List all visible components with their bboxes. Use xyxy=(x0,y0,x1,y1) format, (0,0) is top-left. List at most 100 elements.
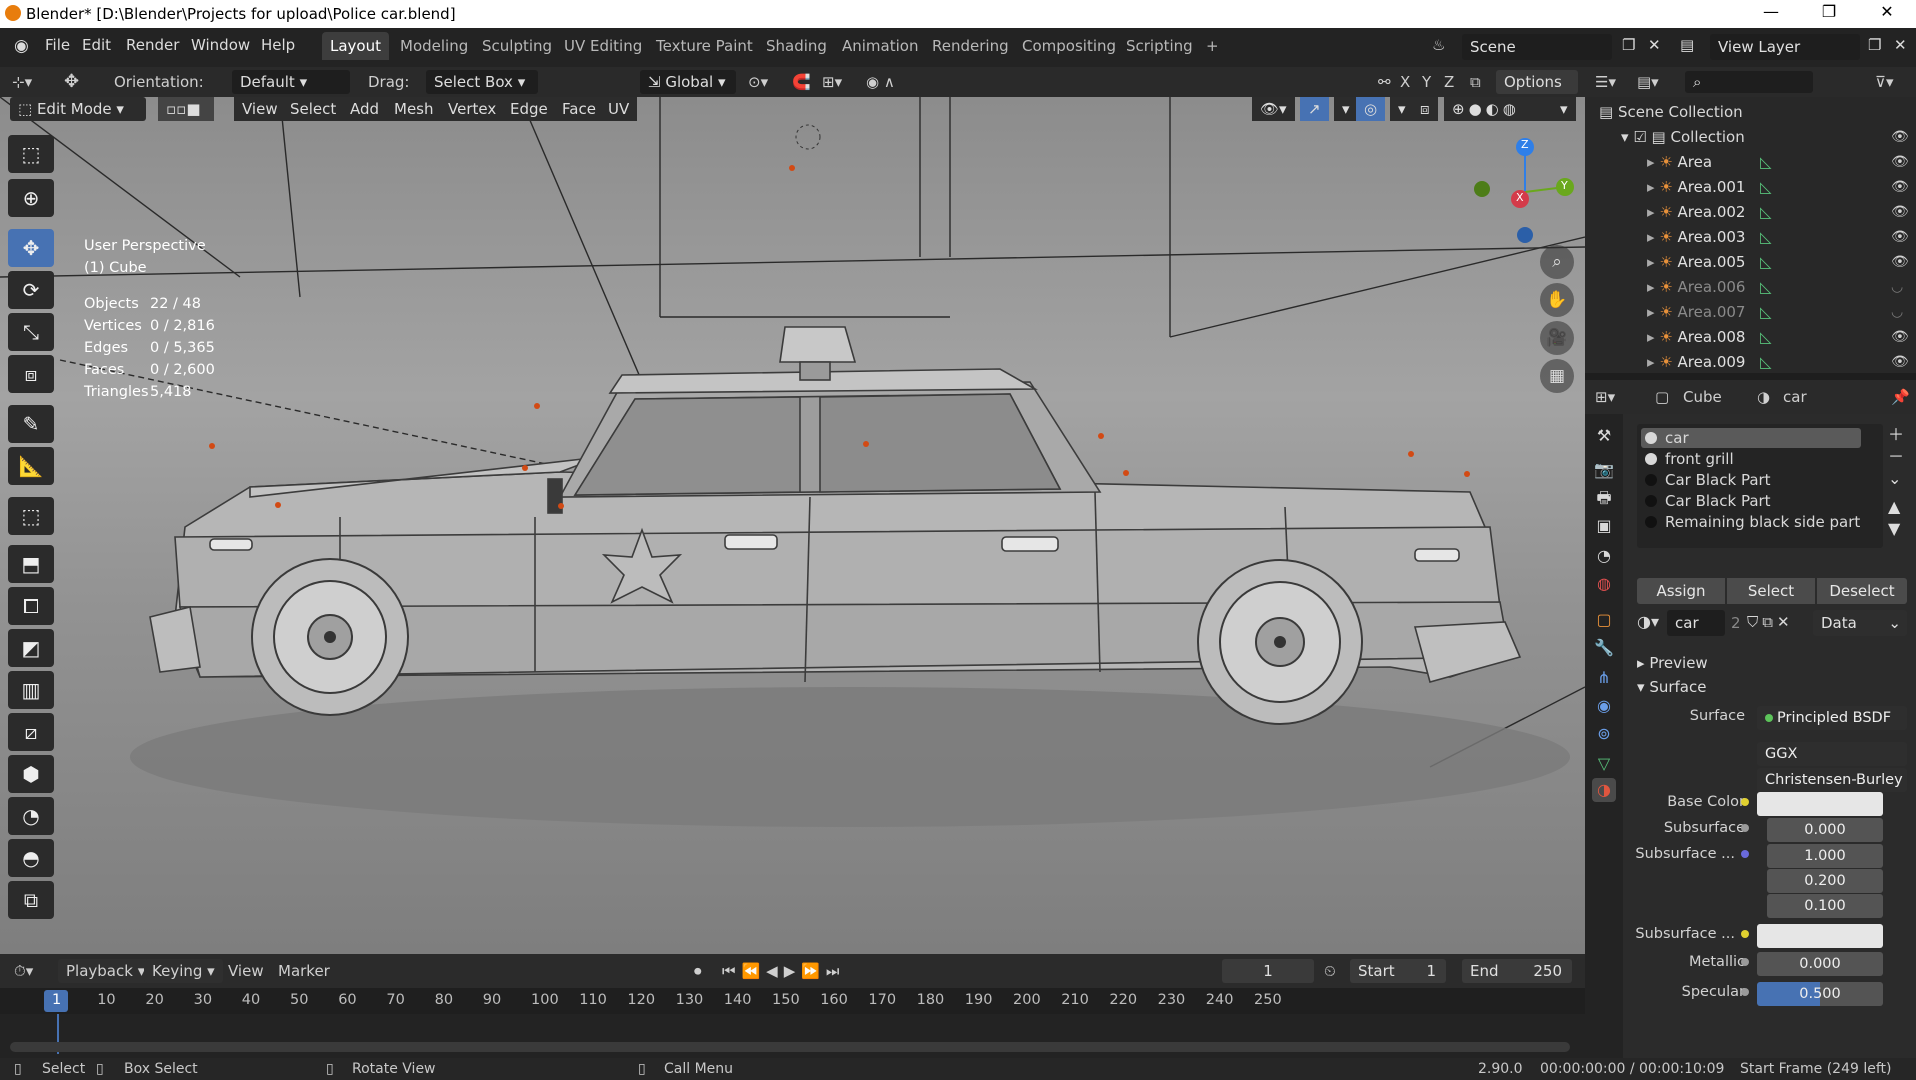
subsurface-radius-y[interactable]: 0.200 xyxy=(1767,869,1883,893)
new-scene-icon[interactable]: ❐ xyxy=(1622,36,1635,54)
frame-ruler[interactable]: 1 10 20 30 40 50 60 70 80 90 100 110 120 130 140 150 160… xyxy=(0,988,1585,1014)
render-tab-icon[interactable]: 📷 xyxy=(1592,458,1616,482)
menu-window[interactable]: Window xyxy=(191,36,250,54)
drag-select[interactable]: Select Box ▾ xyxy=(426,70,538,94)
material-slot[interactable]: Car Black Part xyxy=(1641,491,1861,511)
material-slot[interactable]: front grill xyxy=(1641,449,1861,469)
eye-icon[interactable]: 👁 xyxy=(1891,225,1909,250)
transform-pivot-icon[interactable]: ✥ xyxy=(64,70,79,94)
eye-icon[interactable]: ◡ xyxy=(1891,300,1903,325)
expand-icon[interactable]: ▸ xyxy=(1647,253,1655,271)
expand-icon[interactable]: ▸ xyxy=(1647,278,1655,296)
eye-icon[interactable]: ◡ xyxy=(1891,275,1903,300)
physics-tab-icon[interactable]: ◉ xyxy=(1592,694,1616,718)
material-tab-icon[interactable]: ◑ xyxy=(1592,778,1616,802)
delete-view-layer-icon[interactable]: ✕ xyxy=(1894,36,1907,54)
maximize-button[interactable]: ❐ xyxy=(1806,2,1852,26)
bevel-tool[interactable]: ◩ xyxy=(8,629,54,667)
expand-icon[interactable]: ▾ xyxy=(1621,128,1629,146)
eye-icon[interactable]: 👁 xyxy=(1891,350,1909,375)
menu-keying[interactable]: Keying ▾ xyxy=(144,959,223,983)
expand-icon[interactable]: ▸ xyxy=(1647,303,1655,321)
outliner-search-input[interactable]: ⌕ xyxy=(1685,71,1813,93)
light-data-icon[interactable]: ◺ xyxy=(1760,275,1772,300)
move-down-icon[interactable]: ▼ xyxy=(1888,518,1904,540)
menu-edit[interactable]: Edit xyxy=(82,36,111,54)
light-data-icon[interactable]: ◺ xyxy=(1760,250,1772,275)
tab-sculpting[interactable]: Sculpting xyxy=(474,32,560,60)
checkbox-icon[interactable]: ☑ xyxy=(1633,128,1646,146)
add-slot-icon[interactable]: ＋ xyxy=(1888,424,1904,446)
move-tool[interactable]: ✥ xyxy=(8,229,54,267)
metallic-field[interactable]: 0.000 xyxy=(1757,952,1883,976)
select-mode-buttons[interactable]: ▫▫■ xyxy=(158,97,214,121)
rotate-tool[interactable]: ⟳ xyxy=(8,271,54,309)
menu-marker[interactable]: Marker xyxy=(278,959,330,983)
pin-icon[interactable]: 📌 xyxy=(1891,385,1910,409)
menu-select[interactable]: Select xyxy=(282,97,345,121)
remove-slot-icon[interactable]: － xyxy=(1888,446,1904,468)
light-data-icon[interactable]: ◺ xyxy=(1760,150,1772,175)
material-actions-icons[interactable]: ⛉⧉✕ xyxy=(1747,613,1794,631)
expand-icon[interactable]: ▸ xyxy=(1647,178,1655,196)
tab-modeling[interactable]: Modeling xyxy=(392,32,476,60)
subsurface-radius-z[interactable]: 0.100 xyxy=(1767,894,1883,918)
expand-icon[interactable]: ▸ xyxy=(1647,153,1655,171)
smooth-tool[interactable]: ◓ xyxy=(8,839,54,877)
eye-icon[interactable]: 👁 xyxy=(1891,175,1909,200)
material-users-count[interactable]: 2 xyxy=(1731,614,1741,632)
output-tab-icon[interactable]: 🖶 xyxy=(1592,486,1616,510)
constraints-tab-icon[interactable]: ⊚ xyxy=(1592,722,1616,746)
scene-collection-row[interactable]: ▤ Scene Collection xyxy=(1585,100,1916,125)
menu-face[interactable]: Face xyxy=(554,97,604,121)
light-data-icon[interactable]: ◺ xyxy=(1760,350,1772,375)
gizmo-menu-icon[interactable]: ▾ xyxy=(1334,97,1358,121)
base-color-swatch[interactable] xyxy=(1757,792,1883,816)
axis-z-toggle[interactable]: Z xyxy=(1444,70,1454,94)
camera-view-icon[interactable]: 🎥 xyxy=(1540,321,1574,355)
snap-icon[interactable]: 🧲 xyxy=(792,70,811,94)
menu-file[interactable]: File xyxy=(45,36,70,54)
eye-icon[interactable]: 👁 xyxy=(1891,125,1909,150)
menu-edge[interactable]: Edge xyxy=(502,97,556,121)
menu-add[interactable]: Add xyxy=(342,97,388,121)
object-tab-icon[interactable]: ▢ xyxy=(1592,608,1616,632)
ortho-toggle-icon[interactable]: ▦ xyxy=(1540,359,1574,393)
slot-menu-icon[interactable]: ⌄ xyxy=(1888,468,1904,490)
light-data-icon[interactable]: ◺ xyxy=(1760,300,1772,325)
annotate-tool[interactable]: ✎ xyxy=(8,405,54,443)
orientation-select[interactable]: Default ▾ xyxy=(232,70,350,94)
transform-tool[interactable]: ⧈ xyxy=(8,355,54,393)
options-dropdown[interactable]: Options ▾ xyxy=(1496,70,1578,115)
material-slot[interactable]: Remaining black side part xyxy=(1641,512,1861,532)
tab-shading[interactable]: Shading xyxy=(758,32,835,60)
snap-target-icon[interactable]: ⊞▾ xyxy=(822,70,842,94)
poly-build-tool[interactable]: ⬢ xyxy=(8,755,54,793)
preview-range-icon[interactable]: ⏲ xyxy=(1324,959,1336,983)
axis-x-toggle[interactable]: X xyxy=(1400,70,1410,94)
preview-panel-header[interactable]: ▸ Preview xyxy=(1637,654,1708,672)
select-button[interactable]: Select xyxy=(1727,578,1815,604)
start-frame-field[interactable]: Start 1 xyxy=(1350,959,1446,983)
menu-playback[interactable]: Playback ▾ xyxy=(58,959,154,983)
add-cube-tool[interactable]: ⬚ xyxy=(8,497,54,535)
zoom-view-icon[interactable]: ⌕ xyxy=(1540,245,1574,279)
light-data-icon[interactable]: ◺ xyxy=(1760,200,1772,225)
outliner-item[interactable]: ▸ ☀ Area.008 ◺ 👁 xyxy=(1585,325,1916,350)
outliner-editor-icon[interactable]: ☰▾ xyxy=(1595,70,1616,94)
material-slot[interactable]: car xyxy=(1641,428,1861,448)
inset-tool[interactable]: ⧠ xyxy=(8,587,54,625)
expand-icon[interactable]: ▸ xyxy=(1647,328,1655,346)
specular-field[interactable]: 0.500 xyxy=(1757,982,1883,1006)
select-box-tool[interactable]: ⬚ xyxy=(8,135,54,173)
subsurface-color-swatch[interactable] xyxy=(1757,924,1883,948)
outliner-item[interactable]: ▸ ☀ Area.005 ◺ 👁 xyxy=(1585,250,1916,275)
light-data-icon[interactable]: ◺ xyxy=(1760,175,1772,200)
outliner-item[interactable]: ▸ ☀ Area.007 ◺ ◡ xyxy=(1585,300,1916,325)
subsurface-field[interactable]: 0.000 xyxy=(1767,818,1883,842)
tab-uv-editing[interactable]: UV Editing xyxy=(556,32,650,60)
timeline-scrollbar[interactable] xyxy=(10,1042,1570,1052)
editor-type-icon[interactable]: ⊹▾ xyxy=(12,70,32,94)
menu-timeline-view[interactable]: View xyxy=(228,959,264,983)
link-select[interactable]: Data ⌄ xyxy=(1813,610,1907,636)
